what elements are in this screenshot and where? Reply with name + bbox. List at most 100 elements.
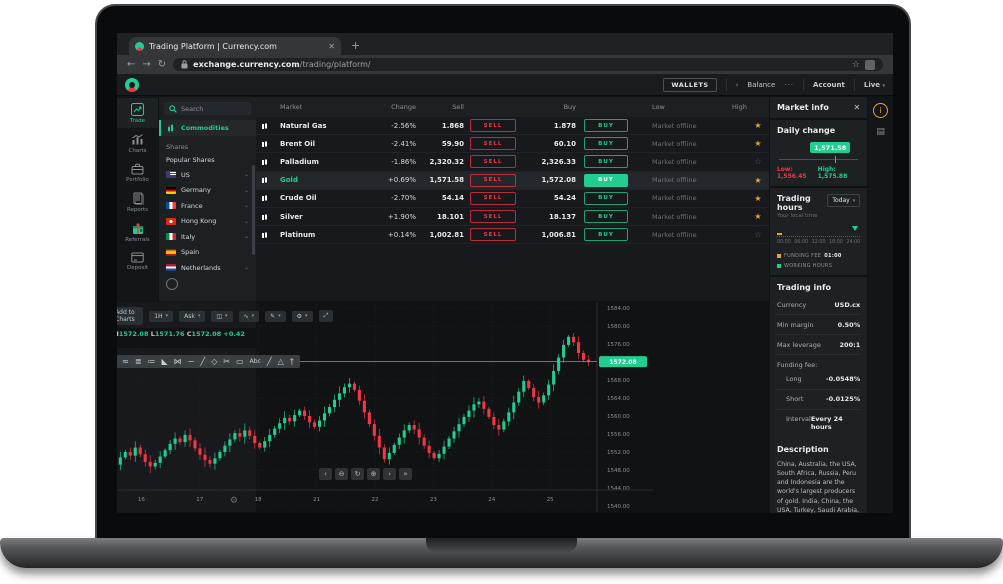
draw-tool-icon-13[interactable]: Abc — [250, 358, 261, 365]
tab-close-icon[interactable]: ✕ — [328, 42, 335, 51]
favorite-star-icon[interactable]: ☆ — [747, 230, 769, 239]
table-row-natural-gas[interactable]: Natural Gas-2.56%1.868SELL1.878BUYMarket… — [256, 117, 769, 135]
extension-icon[interactable] — [865, 60, 875, 70]
chart-type-select[interactable]: ◫▾ — [211, 311, 232, 322]
sell-button[interactable]: SELL — [470, 119, 516, 132]
search-input[interactable]: Search — [164, 102, 251, 115]
draw-tool-icon-4[interactable]: ≣ — [135, 357, 142, 366]
address-bar[interactable]: exchange.currency.com/trading/platform/ … — [173, 58, 883, 71]
table-row-palladium[interactable]: Palladium-1.86%2,320.32SELL2,326.33BUYMa… — [256, 153, 769, 171]
sidebar-item-hong-kong[interactable]: Hong Kong⌄ — [159, 214, 256, 230]
table-row-platinum[interactable]: Platinum+0.14%1,002.81SELL1,006.81BUYMar… — [256, 226, 769, 244]
sell-button[interactable]: SELL — [470, 192, 516, 205]
draw-tool-icon-8[interactable]: − — [188, 357, 195, 366]
favorite-star-icon[interactable]: ★ — [747, 176, 769, 185]
live-mode-select[interactable]: Live ▾ — [864, 81, 885, 89]
add-to-charts-button[interactable]: Add to Charts — [117, 307, 143, 325]
draw-tool-icon-12[interactable]: ▭ — [236, 357, 244, 366]
sidebar-item-deposit[interactable]: Deposit — [117, 247, 158, 275]
draw-tool-icon-16[interactable]: † — [290, 357, 294, 366]
buy-button[interactable]: BUY — [584, 228, 628, 241]
reset-view-icon[interactable]: ↻ — [351, 468, 364, 480]
sidebar-item-france[interactable]: France⌄ — [159, 198, 256, 214]
buy-button[interactable]: BUY — [584, 192, 628, 205]
sell-button[interactable]: SELL — [470, 155, 516, 168]
refresh-icon[interactable]: ↻ — [158, 60, 166, 70]
new-tab-button[interactable]: + — [351, 39, 360, 52]
chevron-down-icon[interactable]: ⌄ — [244, 187, 249, 194]
sell-button[interactable]: SELL — [470, 137, 516, 150]
buy-button[interactable]: BUY — [584, 119, 628, 132]
zoom-in-icon[interactable]: ⊕ — [367, 468, 380, 480]
sidebar-item-reports[interactable]: Reports — [117, 187, 158, 217]
sidebar-item-us[interactable]: US⌄ — [159, 167, 256, 183]
sidebar-item-charts[interactable]: Charts — [117, 128, 158, 158]
bookmark-star-icon[interactable]: ☆ — [852, 60, 860, 70]
favorite-star-icon[interactable]: ★ — [747, 121, 769, 130]
sell-button[interactable]: SELL — [470, 228, 516, 241]
axis-settings-icon[interactable]: ⚙ — [230, 496, 238, 506]
sidebar-item-referrals[interactable]: Referrals — [117, 217, 158, 247]
balance-collapse-icon[interactable]: ‹ — [736, 81, 739, 89]
sell-button[interactable]: SELL — [470, 210, 516, 223]
favorite-star-icon[interactable]: ★ — [747, 212, 769, 221]
chevron-down-icon[interactable]: ⌄ — [244, 202, 249, 209]
buy-button[interactable]: BUY — [584, 137, 628, 150]
draw-tool-icon-14[interactable]: ╱ — [267, 357, 272, 366]
sidebar-item-spain[interactable]: Spain — [159, 245, 256, 261]
chevron-down-icon[interactable]: ⌄ — [244, 218, 249, 225]
buy-button[interactable]: BUY — [584, 155, 628, 168]
sidebar-item-commodities[interactable]: Commodities — [159, 120, 256, 136]
zoom-out-icon[interactable]: ⊖ — [335, 468, 348, 480]
forward-icon[interactable]: → — [142, 60, 150, 70]
sidebar-item-trade[interactable]: Trade — [117, 98, 158, 128]
browser-tab[interactable]: Trading Platform | Currency.com ✕ — [129, 37, 341, 55]
price-type-select[interactable]: Ask▾ — [179, 311, 205, 322]
scroll-right-icon[interactable]: › — [383, 468, 396, 480]
sidebar-item-italy[interactable]: Italy⌄ — [159, 229, 256, 245]
chevron-down-icon[interactable]: ⌄ — [244, 171, 249, 178]
draw-tool-icon-5[interactable]: ≔ — [148, 357, 156, 366]
favorite-star-icon[interactable]: ☆ — [747, 157, 769, 166]
sidebar-item-germany[interactable]: Germany⌄ — [159, 183, 256, 199]
draw-tool-icon-15[interactable]: △ — [278, 357, 284, 366]
currency-logo-icon[interactable] — [125, 78, 139, 92]
table-row-brent-oil[interactable]: Brent Oil-2.41%59.90SELL60.10BUYMarket o… — [256, 135, 769, 153]
sell-button[interactable]: SELL — [470, 174, 516, 187]
account-menu[interactable]: Account — [813, 81, 845, 89]
close-icon[interactable]: ✕ — [854, 103, 861, 112]
draw-tool-icon-11[interactable]: ✂ — [223, 357, 230, 366]
interval-select[interactable]: 1H▾ — [149, 311, 173, 322]
chevron-down-icon[interactable]: ⌄ — [244, 233, 249, 240]
balance-more-icon[interactable]: ··· — [784, 81, 794, 89]
draw-select[interactable]: ✎▾ — [265, 311, 286, 322]
chart-settings-select[interactable]: ⚙▾ — [292, 311, 313, 322]
buy-button[interactable]: BUY — [584, 174, 628, 187]
panel-scrollbar[interactable] — [252, 165, 255, 255]
buy-button[interactable]: BUY — [584, 210, 628, 223]
draw-tool-icon-10[interactable]: ◇ — [211, 357, 217, 366]
table-row-gold[interactable]: Gold+0.69%1,571.58SELL1,572.08BUYMarket … — [256, 172, 769, 190]
sidebar-item-portfolio[interactable]: Portfolio — [117, 158, 158, 187]
back-icon[interactable]: ← — [127, 60, 135, 70]
layers-icon[interactable]: ▤ — [876, 127, 885, 137]
indicators-select[interactable]: ∿▾ — [239, 311, 260, 322]
draw-tool-icon-6[interactable]: ◣ — [162, 357, 168, 366]
table-row-crude-oil[interactable]: Crude Oil-2.70%54.14SELL54.24BUYMarket o… — [256, 190, 769, 208]
go-to-end-icon[interactable]: » — [399, 468, 412, 480]
chevron-down-icon[interactable]: ⌄ — [244, 264, 249, 271]
draw-tool-icon-9[interactable]: ╱ — [200, 357, 205, 366]
popular-shares-label[interactable]: Popular Shares — [159, 153, 256, 167]
info-icon[interactable]: i — [873, 103, 888, 118]
draw-tool-icon-7[interactable]: ⋈ — [174, 357, 182, 366]
favorite-star-icon[interactable]: ★ — [747, 139, 769, 148]
trading-hours-range-select[interactable]: Today▾ — [827, 194, 860, 207]
sidebar-item-netherlands[interactable]: Netherlands⌄ — [159, 260, 256, 276]
balance-label[interactable]: Balance — [747, 81, 775, 89]
favorite-star-icon[interactable]: ★ — [747, 194, 769, 203]
wallets-button[interactable]: WALLETS — [663, 78, 716, 92]
scroll-left-icon[interactable]: ‹ — [319, 468, 332, 480]
table-row-silver[interactable]: Silver+1.90%18.101SELL18.137BUYMarket of… — [256, 208, 769, 226]
fullscreen-button[interactable]: ⤢ — [319, 310, 334, 322]
draw-tool-icon-3[interactable]: ≈ — [122, 357, 129, 366]
